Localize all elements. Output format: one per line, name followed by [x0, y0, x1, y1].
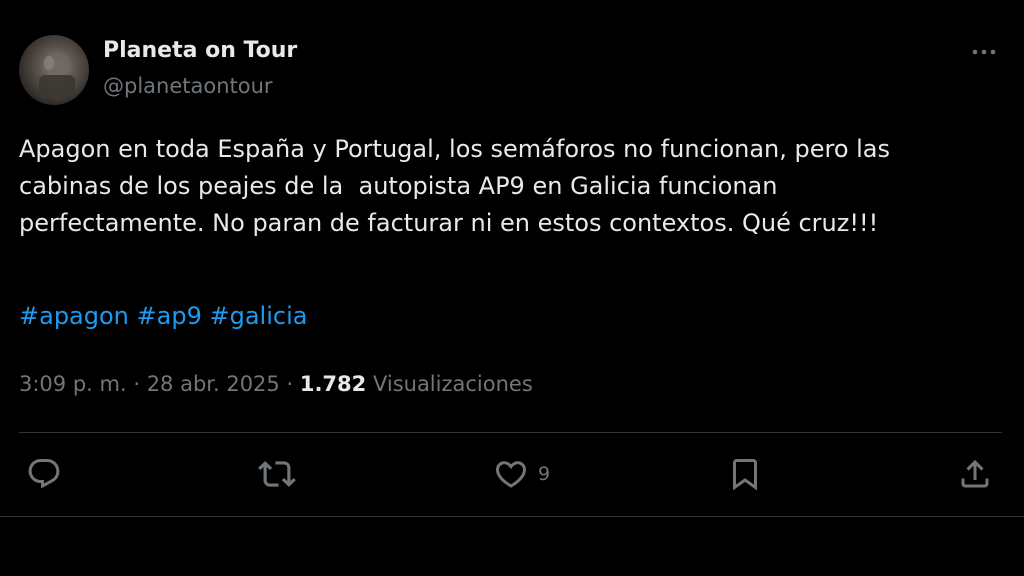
hashtags: #apagon #ap9 #galicia [19, 298, 307, 335]
tweet-time: 3:09 p. m. [19, 372, 127, 396]
bookmark-button[interactable] [727, 454, 763, 494]
more-dots-icon [972, 49, 996, 55]
author-handle[interactable]: @planetaontour [103, 71, 273, 101]
share-icon [961, 459, 989, 488]
hashtag-link[interactable]: #apagon [19, 302, 129, 330]
like-count: 9 [538, 463, 551, 485]
tweet-date: 28 abr. 2025 [146, 372, 280, 396]
avatar-photo [39, 53, 75, 97]
tweet-text-line: perfectamente. No paran de facturar ni e… [19, 209, 879, 237]
tweet-meta: 3:09 p. m. · 28 abr. 2025 · 1.782 Visual… [19, 368, 533, 400]
tweet-text-line: Apagon en toda España y Portugal, los se… [19, 135, 891, 163]
bottom-divider [0, 516, 1024, 517]
more-options-button[interactable] [964, 38, 1004, 66]
like-button[interactable]: 9 [493, 454, 550, 494]
heart-icon [495, 461, 527, 488]
tweet-text-line: cabinas de los peajes de la autopista AP… [19, 172, 778, 200]
reply-button[interactable] [26, 454, 62, 494]
views-count: 1.782 [299, 372, 367, 396]
tweet-timestamp[interactable]: 3:09 p. m. · 28 abr. 2025 [19, 372, 280, 396]
tweet: Planeta on Tour @planetaontour Apagon en… [0, 0, 1024, 576]
bookmark-icon [733, 459, 757, 491]
retweet-icon [258, 461, 296, 487]
tweet-text: Apagon en toda España y Portugal, los se… [19, 131, 1009, 242]
hashtag-link[interactable]: #galicia [210, 302, 308, 330]
share-button[interactable] [957, 454, 993, 494]
meta-separator: · [126, 372, 147, 396]
reply-icon [28, 459, 60, 489]
divider [19, 432, 1002, 433]
avatar[interactable] [19, 35, 89, 105]
views-label: Visualizaciones [372, 372, 533, 396]
meta-separator: · [279, 372, 300, 396]
hashtag-link[interactable]: #ap9 [137, 302, 202, 330]
author-display-name[interactable]: Planeta on Tour [103, 36, 297, 66]
retweet-button[interactable] [258, 454, 296, 494]
